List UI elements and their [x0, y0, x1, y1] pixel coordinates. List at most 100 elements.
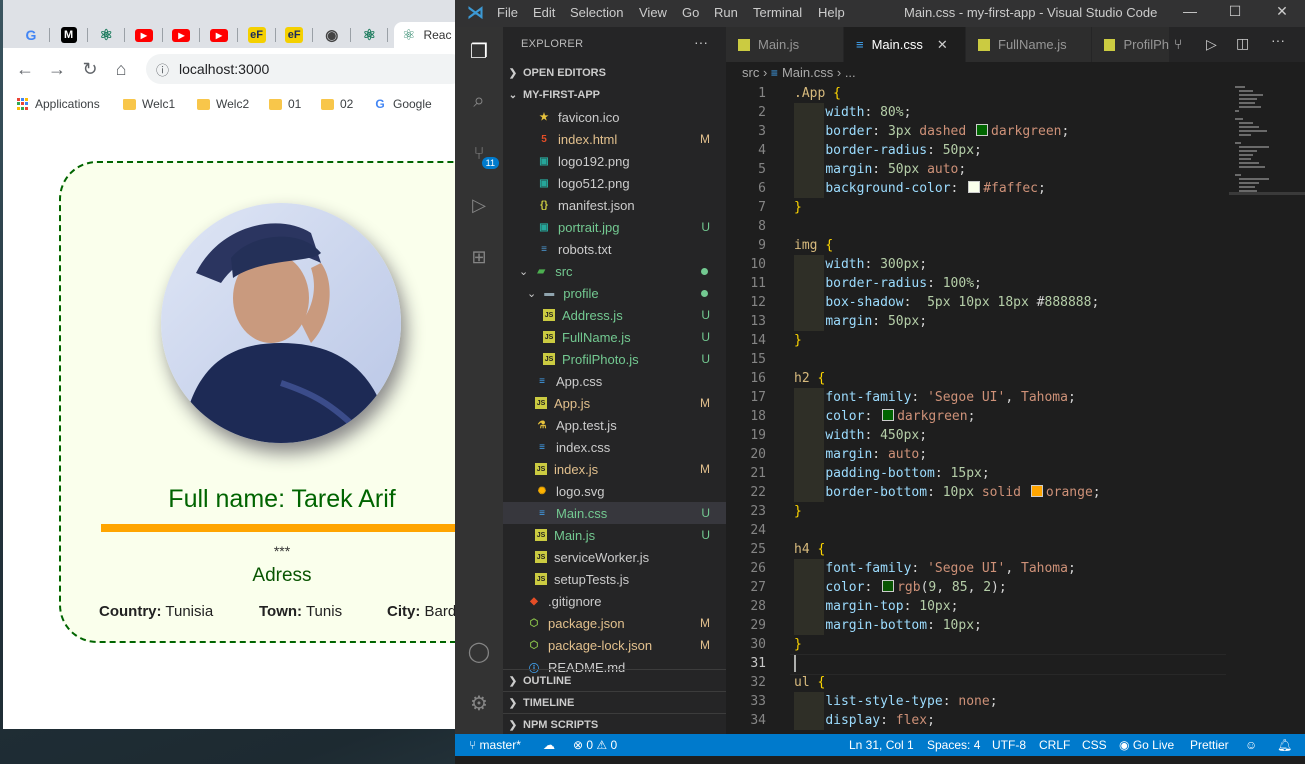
file-tree-item[interactable]: ▣ portrait.jpg U: [503, 216, 726, 238]
address-bar[interactable]: ⓘ localhost:3000: [146, 54, 458, 84]
indentation[interactable]: Spaces: 4: [927, 738, 980, 752]
bookmark-google[interactable]: G Google: [373, 97, 431, 111]
code-line[interactable]: 10 width: 300px;: [726, 255, 1226, 274]
npm-scripts-section[interactable]: ❯ NPM SCRIPTS: [503, 713, 726, 736]
menu-help[interactable]: Help: [818, 5, 845, 20]
search-icon[interactable]: ⌕: [465, 87, 493, 115]
code-line[interactable]: 27 color: rgb(9, 85, 2);: [726, 578, 1226, 597]
tab-main-js[interactable]: Main.js: [726, 27, 844, 62]
file-tree-item[interactable]: 5 index.html M: [503, 128, 726, 150]
code-line[interactable]: 1 .App {: [726, 84, 1226, 103]
go-live-button[interactable]: ◉ Go Live: [1119, 738, 1174, 752]
tab-profilphoto-js[interactable]: ProfilPh: [1092, 27, 1170, 62]
code-line[interactable]: 25 h4 {: [726, 540, 1226, 559]
tab-fullname-js[interactable]: FullName.js: [966, 27, 1092, 62]
home-icon[interactable]: ⌂: [109, 57, 133, 81]
file-tree-item[interactable]: ▣ logo192.png: [503, 150, 726, 172]
code-line[interactable]: 26 font-family: 'Segoe UI', Tahoma;: [726, 559, 1226, 578]
code-line[interactable]: 28 margin-top: 10px;: [726, 597, 1226, 616]
language-mode[interactable]: CSS: [1082, 738, 1107, 752]
open-editors-section[interactable]: ❯ OPEN EDITORS: [503, 62, 726, 84]
outline-section[interactable]: ❯ OUTLINE: [503, 669, 726, 692]
code-line[interactable]: 17 font-family: 'Segoe UI', Tahoma;: [726, 388, 1226, 407]
code-line[interactable]: 11 border-radius: 100%;: [726, 274, 1226, 293]
back-icon[interactable]: ←: [13, 57, 37, 81]
code-line[interactable]: 23}: [726, 502, 1226, 521]
code-line[interactable]: 13 margin: 50px;: [726, 312, 1226, 331]
code-line[interactable]: 18 color: darkgreen;: [726, 407, 1226, 426]
file-tree-item[interactable]: {} manifest.json: [503, 194, 726, 216]
code-line[interactable]: 32 ul {: [726, 673, 1226, 692]
browser-tab[interactable]: ▶: [165, 22, 197, 48]
file-tree-item[interactable]: ≡ index.css: [503, 436, 726, 458]
bookmark-01[interactable]: 01: [269, 97, 301, 111]
menu-view[interactable]: View: [639, 5, 667, 20]
run-icon[interactable]: ▷: [1206, 36, 1217, 53]
menu-edit[interactable]: Edit: [533, 5, 555, 20]
file-tree-item[interactable]: ▣ logo512.png: [503, 172, 726, 194]
file-tree-item[interactable]: ◆ .gitignore: [503, 590, 726, 612]
feedback-icon[interactable]: ☺: [1245, 738, 1257, 752]
code-editor[interactable]: 1 .App {2 width: 80%; 3 border: 3px dashed…: [726, 84, 1305, 734]
file-tree-item[interactable]: JS ProfilPhoto.js U: [503, 348, 726, 370]
code-line[interactable]: 34 display: flex;: [726, 711, 1226, 730]
browser-tab[interactable]: ◉: [316, 22, 348, 48]
menu-file[interactable]: File: [497, 5, 518, 20]
breadcrumb-folder[interactable]: src: [742, 65, 759, 80]
account-icon[interactable]: ◯: [465, 637, 493, 665]
code-line[interactable]: 19 width: 450px;: [726, 426, 1226, 445]
browser-tab[interactable]: eF: [241, 22, 273, 48]
file-tree-item[interactable]: ⬡ package-lock.json M: [503, 634, 726, 656]
close-window-icon[interactable]: ✕: [1267, 3, 1297, 20]
code-line[interactable]: 6 background-color: #faffec;: [726, 179, 1226, 198]
file-tree-item[interactable]: ★ favicon.ico: [503, 106, 726, 128]
file-tree-item[interactable]: ✺ logo.svg: [503, 480, 726, 502]
notifications-bell-icon[interactable]: 🔔︎: [1277, 738, 1292, 752]
browser-tab[interactable]: M: [53, 22, 85, 48]
menu-terminal[interactable]: Terminal: [753, 5, 802, 20]
code-line[interactable]: 9 img {: [726, 236, 1226, 255]
run-debug-icon[interactable]: ▷: [465, 191, 493, 219]
reload-icon[interactable]: ↻: [78, 57, 102, 81]
prettier-item[interactable]: Prettier: [1190, 738, 1229, 752]
code-line[interactable]: 21 padding-bottom: 15px;: [726, 464, 1226, 483]
code-line[interactable]: 33 list-style-type: none;: [726, 692, 1226, 711]
extensions-icon[interactable]: ⊞: [465, 243, 493, 271]
bookmark-welc2[interactable]: Welc2: [197, 97, 249, 111]
code-line[interactable]: 30}: [726, 635, 1226, 654]
file-tree-item[interactable]: JS serviceWorker.js: [503, 546, 726, 568]
breadcrumb-symbols[interactable]: ...: [845, 65, 856, 80]
browser-tab[interactable]: ▶: [203, 22, 235, 48]
code-line[interactable]: 3 border: 3px dashed darkgreen;: [726, 122, 1226, 141]
file-tree-item[interactable]: ≡ Main.css U: [503, 502, 726, 524]
cursor-position[interactable]: Ln 31, Col 1: [849, 738, 914, 752]
file-tree-item[interactable]: ⌄ ▬ profile: [503, 282, 726, 304]
menu-run[interactable]: Run: [714, 5, 738, 20]
file-tree-item[interactable]: JS App.js M: [503, 392, 726, 414]
close-tab-icon[interactable]: ✕: [937, 37, 948, 53]
more-icon[interactable]: ···: [1271, 32, 1285, 48]
browser-tab-active[interactable]: ⚛ Reac: [394, 22, 458, 48]
code-line[interactable]: 14}: [726, 331, 1226, 350]
code-line[interactable]: 2 width: 80%;: [726, 103, 1226, 122]
source-control-icon[interactable]: ⑂ 11: [465, 139, 499, 169]
bookmark-applications[interactable]: Applications: [17, 97, 100, 111]
file-tree-item[interactable]: ⚗ App.test.js: [503, 414, 726, 436]
encoding[interactable]: UTF-8: [992, 738, 1026, 752]
code-line[interactable]: 29 margin-bottom: 10px;: [726, 616, 1226, 635]
browser-tab[interactable]: ⚛: [90, 22, 122, 48]
file-tree-item[interactable]: ≡ robots.txt: [503, 238, 726, 260]
browser-tab[interactable]: G: [15, 22, 47, 48]
file-tree-item[interactable]: ⌄ ▰ src: [503, 260, 726, 282]
code-line[interactable]: 31: [726, 654, 1226, 675]
code-line[interactable]: 5 margin: 50px auto;: [726, 160, 1226, 179]
forward-icon[interactable]: →: [45, 57, 69, 81]
code-line[interactable]: 22 border-bottom: 10px solid orange;: [726, 483, 1226, 502]
file-tree-item[interactable]: ⬡ package.json M: [503, 612, 726, 634]
code-line[interactable]: 4 border-radius: 50px;: [726, 141, 1226, 160]
split-editor-icon[interactable]: ◫: [1236, 35, 1249, 52]
project-section[interactable]: ⌄ MY-FIRST-APP: [503, 84, 726, 106]
maximize-icon[interactable]: ☐: [1220, 3, 1250, 20]
browser-tab[interactable]: eF: [278, 22, 310, 48]
breadcrumb-file[interactable]: Main.css: [782, 65, 833, 80]
